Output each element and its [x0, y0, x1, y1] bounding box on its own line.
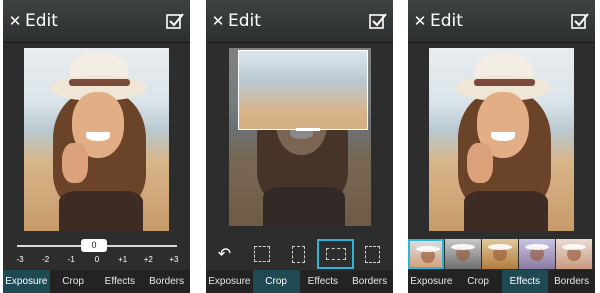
thumbnail-hat: [416, 246, 440, 252]
tab-borders[interactable]: Borders: [548, 270, 595, 293]
photo-hand: [61, 143, 88, 184]
confirm-checkbox-icon[interactable]: [166, 12, 184, 30]
tab-crop[interactable]: Crop: [455, 270, 502, 293]
tick-label: -3: [16, 255, 24, 264]
slider-thumb[interactable]: 0: [81, 239, 107, 252]
effect-normal-thumbnail[interactable]: [408, 239, 444, 269]
crop-square-icon: [253, 246, 270, 262]
crop-ratio-landscape-button[interactable]: [317, 239, 354, 269]
tab-bar: Exposure Crop Effects Borders: [408, 270, 595, 293]
tab-exposure[interactable]: Exposure: [408, 270, 455, 293]
thumbnail-hat: [451, 244, 475, 250]
page-title: Edit: [25, 11, 58, 31]
tab-bar: Exposure Crop Effects Borders: [206, 270, 393, 293]
photo-hand: [466, 143, 493, 184]
thumbnail-hat: [488, 244, 512, 250]
close-icon[interactable]: ✕: [7, 12, 23, 30]
crop-landscape-icon: [325, 248, 346, 260]
crop-selection-image: [239, 51, 367, 129]
effect-cool-thumbnail[interactable]: [519, 239, 555, 269]
photo-shirt: [58, 190, 143, 231]
undo-button[interactable]: ↶: [206, 239, 243, 269]
tab-borders[interactable]: Borders: [143, 270, 190, 293]
close-icon[interactable]: ✕: [412, 12, 428, 30]
crop-selection-box[interactable]: [238, 50, 368, 130]
crop-ratio-square-button[interactable]: [243, 239, 280, 269]
tick-label: -2: [42, 255, 50, 264]
top-bar: ✕ Edit: [408, 0, 595, 43]
crop-ratio-portrait-button[interactable]: [280, 239, 317, 269]
tick-label: +1: [118, 255, 128, 264]
effect-black-white-thumbnail[interactable]: [445, 239, 481, 269]
tick-label: 0: [94, 255, 100, 264]
confirm-checkbox-icon[interactable]: [571, 12, 589, 30]
page-title: Edit: [430, 11, 463, 31]
exposure-slider[interactable]: 0 -3 -2 -1 0 +1 +2 +3: [3, 236, 190, 270]
effect-warm-thumbnail[interactable]: [556, 239, 592, 269]
screen-effects: ✕ Edit Exposure Crop Effects Borders: [408, 0, 595, 293]
confirm-checkbox-icon[interactable]: [369, 12, 387, 30]
thumbnail-hat: [562, 244, 586, 250]
tab-exposure[interactable]: Exposure: [3, 270, 50, 293]
tick-label: +2: [143, 255, 153, 264]
photo-preview: [24, 48, 169, 231]
thumbnail-hat: [525, 244, 549, 250]
top-bar: ✕ Edit: [206, 0, 393, 43]
top-bar: ✕ Edit: [3, 0, 190, 43]
crop-drag-handle[interactable]: [296, 128, 320, 131]
photo-shirt: [463, 190, 548, 231]
close-icon[interactable]: ✕: [210, 12, 226, 30]
undo-icon: ↶: [217, 244, 232, 263]
tab-exposure[interactable]: Exposure: [206, 270, 253, 293]
crop-ratio-free-button[interactable]: [354, 239, 391, 269]
tab-bar: Exposure Crop Effects Borders: [3, 270, 190, 293]
tick-label: +3: [169, 255, 179, 264]
tab-effects[interactable]: Effects: [97, 270, 144, 293]
slider-ticks: -3 -2 -1 0 +1 +2 +3: [11, 255, 183, 264]
crop-toolbar: ↶: [206, 239, 393, 269]
screen-crop: ✕ Edit ↶ Exposure Crop Effects Borders: [206, 0, 393, 293]
screen-exposure: ✕ Edit 0 -3 -2 -1 0 +1 +2 +3 Exposure Cr…: [3, 0, 190, 293]
tab-effects[interactable]: Effects: [501, 270, 549, 293]
photo-preview: [429, 48, 574, 231]
photo-hat-band: [473, 79, 535, 87]
tab-effects[interactable]: Effects: [300, 270, 347, 293]
tab-borders[interactable]: Borders: [346, 270, 393, 293]
tab-crop[interactable]: Crop: [50, 270, 97, 293]
tick-label: -1: [67, 255, 75, 264]
photo-hat-band: [68, 79, 130, 87]
effect-sepia-thumbnail[interactable]: [482, 239, 518, 269]
crop-portrait-icon: [292, 245, 305, 263]
effects-strip: [408, 239, 595, 269]
tab-crop[interactable]: Crop: [252, 270, 300, 293]
page-title: Edit: [228, 11, 261, 31]
crop-free-icon: [365, 245, 380, 263]
